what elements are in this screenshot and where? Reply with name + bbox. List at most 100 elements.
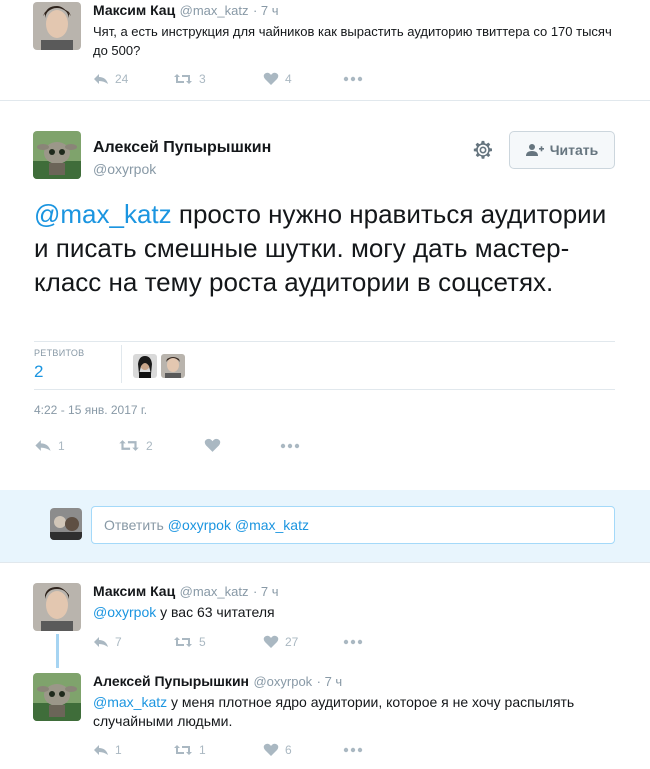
heart-icon bbox=[204, 438, 221, 452]
author-handle[interactable]: @oxyrpok bbox=[93, 161, 156, 177]
mention-link[interactable]: @oxyrpok bbox=[93, 604, 156, 620]
more-icon bbox=[280, 443, 300, 448]
more-button[interactable] bbox=[343, 639, 363, 645]
more-button[interactable] bbox=[343, 747, 363, 753]
author-name[interactable]: Максим Кац bbox=[93, 2, 175, 18]
retweet-count: 5 bbox=[199, 635, 206, 649]
reply-placeholder-prefix: Ответить bbox=[104, 517, 168, 533]
retweet-icon bbox=[174, 637, 192, 647]
reply-count: 1 bbox=[58, 438, 65, 453]
stats-label: РЕТВИТОВ bbox=[34, 348, 85, 358]
main-tweet-text: @max_katz просто нужно нравиться аудитор… bbox=[34, 197, 614, 299]
retweet-icon bbox=[174, 745, 192, 755]
author-handle[interactable]: @oxyrpok bbox=[253, 674, 312, 689]
tweet-time[interactable]: · 7 ч bbox=[253, 3, 279, 18]
reply-button[interactable]: 1 bbox=[93, 743, 173, 757]
like-count: 4 bbox=[285, 72, 292, 86]
mention-link[interactable]: @max_katz bbox=[93, 694, 167, 710]
tweet-actions: 24 3 4 bbox=[93, 72, 363, 86]
retweet-count: 2 bbox=[146, 438, 153, 453]
tweet-actions: 7 5 27 bbox=[93, 635, 363, 649]
like-count: 27 bbox=[285, 635, 299, 649]
retweet-button[interactable]: 3 bbox=[173, 72, 263, 86]
like-button[interactable]: 4 bbox=[263, 72, 343, 86]
tweet-text: @oxyrpok у вас 63 читателя bbox=[93, 603, 613, 622]
retweet-count: 1 bbox=[199, 743, 206, 757]
current-user-avatar bbox=[50, 508, 82, 540]
add-user-icon bbox=[525, 144, 544, 156]
heart-icon bbox=[263, 72, 279, 85]
retweet-icon bbox=[174, 74, 192, 84]
author-name[interactable]: Алексей Пупырышкин bbox=[93, 673, 249, 689]
reply-tweet-2: Алексей Пупырышкин @oxyrpok · 7 ч @max_k… bbox=[0, 659, 650, 769]
reply-input[interactable]: Ответить @oxyrpok @max_katz bbox=[91, 506, 615, 544]
tweet-time[interactable]: · 7 ч bbox=[253, 584, 279, 599]
reply-button[interactable]: 7 bbox=[93, 635, 173, 649]
retweet-button[interactable]: 5 bbox=[173, 635, 263, 649]
avatar-aleksey-image bbox=[33, 673, 81, 721]
retweet-button[interactable]: 2 bbox=[118, 439, 204, 453]
gear-icon bbox=[473, 140, 492, 159]
like-count: 6 bbox=[285, 743, 292, 757]
retweet-button[interactable]: 1 bbox=[173, 743, 263, 757]
author-handle[interactable]: @max_katz bbox=[180, 584, 249, 599]
mention-link[interactable]: @max_katz bbox=[34, 199, 172, 229]
reply-tweet-1: Максим Кац @max_katz · 7 ч @oxyrpok у ва… bbox=[0, 563, 650, 659]
stats-vertical-divider bbox=[121, 345, 122, 383]
reply-placeholder-mentions: @oxyrpok @max_katz bbox=[167, 517, 309, 533]
follow-button[interactable]: Читать bbox=[509, 131, 615, 169]
tweet-time[interactable]: · 7 ч bbox=[317, 674, 343, 689]
avatar-aleksey[interactable] bbox=[33, 673, 81, 721]
reply-icon bbox=[94, 637, 108, 647]
more-icon bbox=[343, 639, 363, 645]
tweet-text: Чят, а есть инструкция для чайников как … bbox=[93, 24, 612, 58]
reply-button[interactable]: 1 bbox=[34, 439, 118, 453]
retweeter-avatar-1-image bbox=[133, 354, 157, 378]
retweet-count: 3 bbox=[199, 72, 206, 86]
tweet-text: @max_katz у меня плотное ядро аудитории,… bbox=[93, 693, 613, 731]
more-icon bbox=[343, 76, 363, 82]
retweet-icon bbox=[119, 440, 139, 451]
settings-button[interactable] bbox=[472, 139, 498, 165]
reply-icon bbox=[94, 745, 108, 755]
avatar-aleksey-image bbox=[33, 131, 81, 179]
like-button[interactable] bbox=[204, 438, 280, 453]
follow-label: Читать bbox=[549, 142, 599, 158]
reply-icon bbox=[94, 74, 108, 84]
avatar-maxim[interactable] bbox=[33, 2, 81, 50]
retweet-stats[interactable]: РЕТВИТОВ 2 bbox=[34, 348, 84, 382]
reply-count: 1 bbox=[115, 743, 122, 757]
author-name[interactable]: Максим Кац bbox=[93, 583, 175, 599]
stats-bottom-divider bbox=[34, 389, 615, 390]
reply-count: 7 bbox=[115, 635, 122, 649]
main-tweet-actions: 1 2 bbox=[34, 438, 300, 453]
avatar-aleksey[interactable] bbox=[33, 131, 81, 179]
tweet-body: у вас 63 читателя bbox=[156, 604, 275, 620]
author-handle[interactable]: @max_katz bbox=[180, 3, 249, 18]
more-button[interactable] bbox=[343, 76, 363, 82]
reply-count: 24 bbox=[115, 72, 129, 86]
retweeter-avatar-1[interactable] bbox=[133, 354, 157, 378]
like-button[interactable]: 27 bbox=[263, 635, 343, 649]
stats-top-divider bbox=[34, 341, 615, 342]
avatar-maxim-image bbox=[33, 2, 81, 50]
heart-icon bbox=[263, 635, 279, 648]
retweeter-avatar-2[interactable] bbox=[161, 354, 185, 378]
tweet-timestamp[interactable]: 4:22 - 15 янв. 2017 г. bbox=[34, 403, 147, 417]
tweet-actions: 1 1 6 bbox=[93, 743, 363, 757]
like-button[interactable]: 6 bbox=[263, 743, 343, 757]
main-tweet: Алексей Пупырышкин @oxyrpok Читать @max_… bbox=[0, 101, 650, 489]
author-name[interactable]: Алексей Пупырышкин bbox=[93, 139, 271, 157]
heart-icon bbox=[263, 743, 279, 756]
avatar-maxim-image bbox=[33, 583, 81, 631]
reply-button[interactable]: 24 bbox=[93, 72, 173, 86]
reply-icon bbox=[35, 440, 51, 451]
stats-count: 2 bbox=[34, 362, 44, 381]
more-button[interactable] bbox=[280, 443, 300, 449]
avatar-maxim[interactable] bbox=[33, 583, 81, 631]
reply-composer: Ответить @oxyrpok @max_katz bbox=[0, 490, 650, 562]
tweet-1: Максим Кац @max_katz · 7 ч Чят, а есть и… bbox=[0, 0, 650, 100]
more-icon bbox=[343, 747, 363, 753]
current-user-avatar-image bbox=[50, 508, 82, 540]
retweeter-avatar-2-image bbox=[161, 354, 185, 378]
